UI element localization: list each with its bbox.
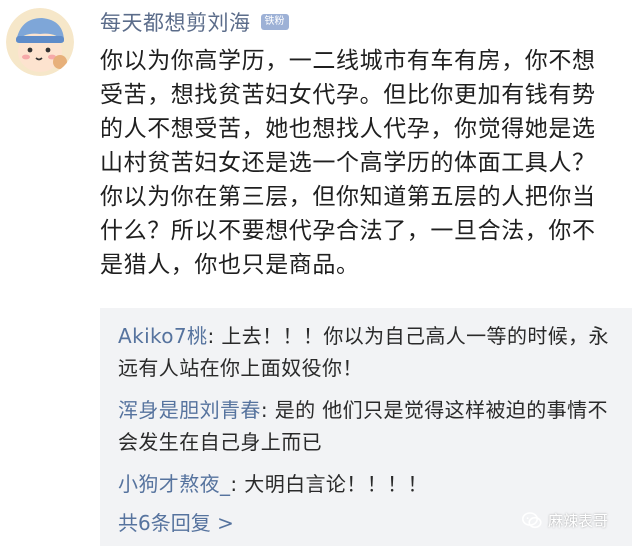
- reply-text: : 大明白言论！！！！: [230, 472, 428, 496]
- weibo-comment-card: 每天都想剪刘海 铁粉 你以为你高学历，一二线城市有车有房，你不想 受苦，想找贫苦…: [0, 0, 640, 548]
- reply-author[interactable]: 浑身是胆刘青春: [118, 398, 261, 422]
- reply-item[interactable]: Akiko7桃: 上去！！！你以为自己高人一等的时候，永远有人站在你上面奴役你！: [118, 320, 618, 384]
- fan-badge: 铁粉: [260, 14, 289, 30]
- watermark: 麻辣表哥: [522, 510, 608, 531]
- more-replies-link[interactable]: 共6条回复 >: [118, 508, 234, 538]
- avatar[interactable]: [6, 8, 74, 76]
- post-header: 每天都想剪刘海 铁粉: [100, 6, 289, 38]
- cartoon-avatar-icon: [6, 8, 74, 76]
- watermark-text: 麻辣表哥: [548, 512, 609, 530]
- reply-author[interactable]: 小狗才熬夜_: [118, 472, 230, 496]
- wechat-icon: [522, 512, 542, 529]
- reply-item[interactable]: 浑身是胆刘青春: 是的 他们只是觉得这样被迫的事情不会发生在自己身上而已: [118, 394, 618, 458]
- username[interactable]: 每天都想剪刘海: [100, 7, 251, 37]
- post-content: 你以为你高学历，一二线城市有车有房，你不想 受苦，想找贫苦妇女代孕。但比你更加有…: [100, 48, 596, 278]
- reply-item[interactable]: 小狗才熬夜_: 大明白言论！！！！: [118, 468, 618, 500]
- reply-author[interactable]: Akiko7桃: [118, 324, 207, 348]
